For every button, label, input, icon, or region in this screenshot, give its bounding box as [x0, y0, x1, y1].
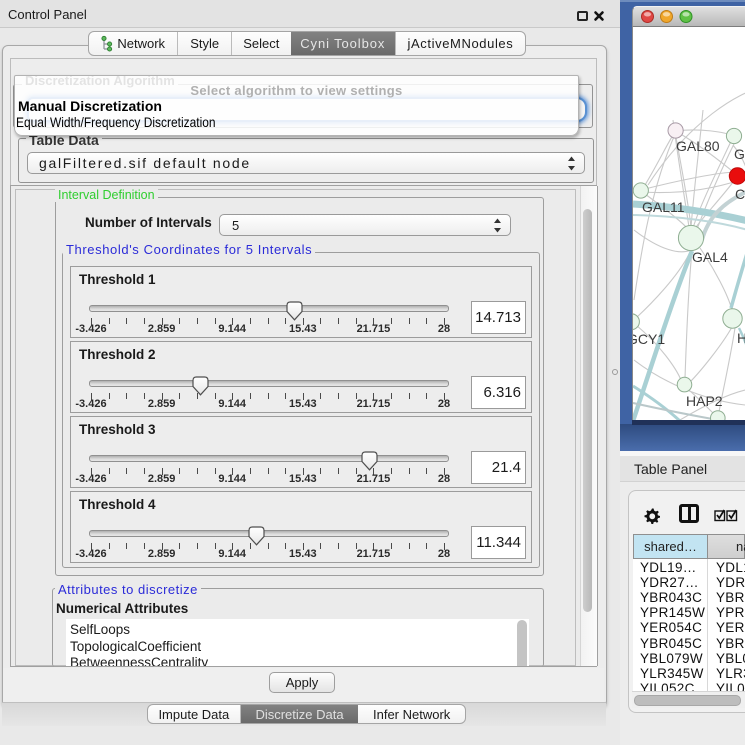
svg-text:HAP2: HAP2 [686, 393, 723, 409]
svg-text:HA: HA [737, 330, 745, 346]
svg-text:GAL: GAL [734, 146, 745, 162]
svg-text:GAL4: GAL4 [692, 249, 728, 265]
svg-text:GCY1: GCY1 [633, 331, 665, 347]
svg-text:GAL80: GAL80 [676, 138, 720, 154]
svg-text:CC: CC [735, 186, 745, 202]
svg-text:GAL11: GAL11 [642, 199, 685, 215]
